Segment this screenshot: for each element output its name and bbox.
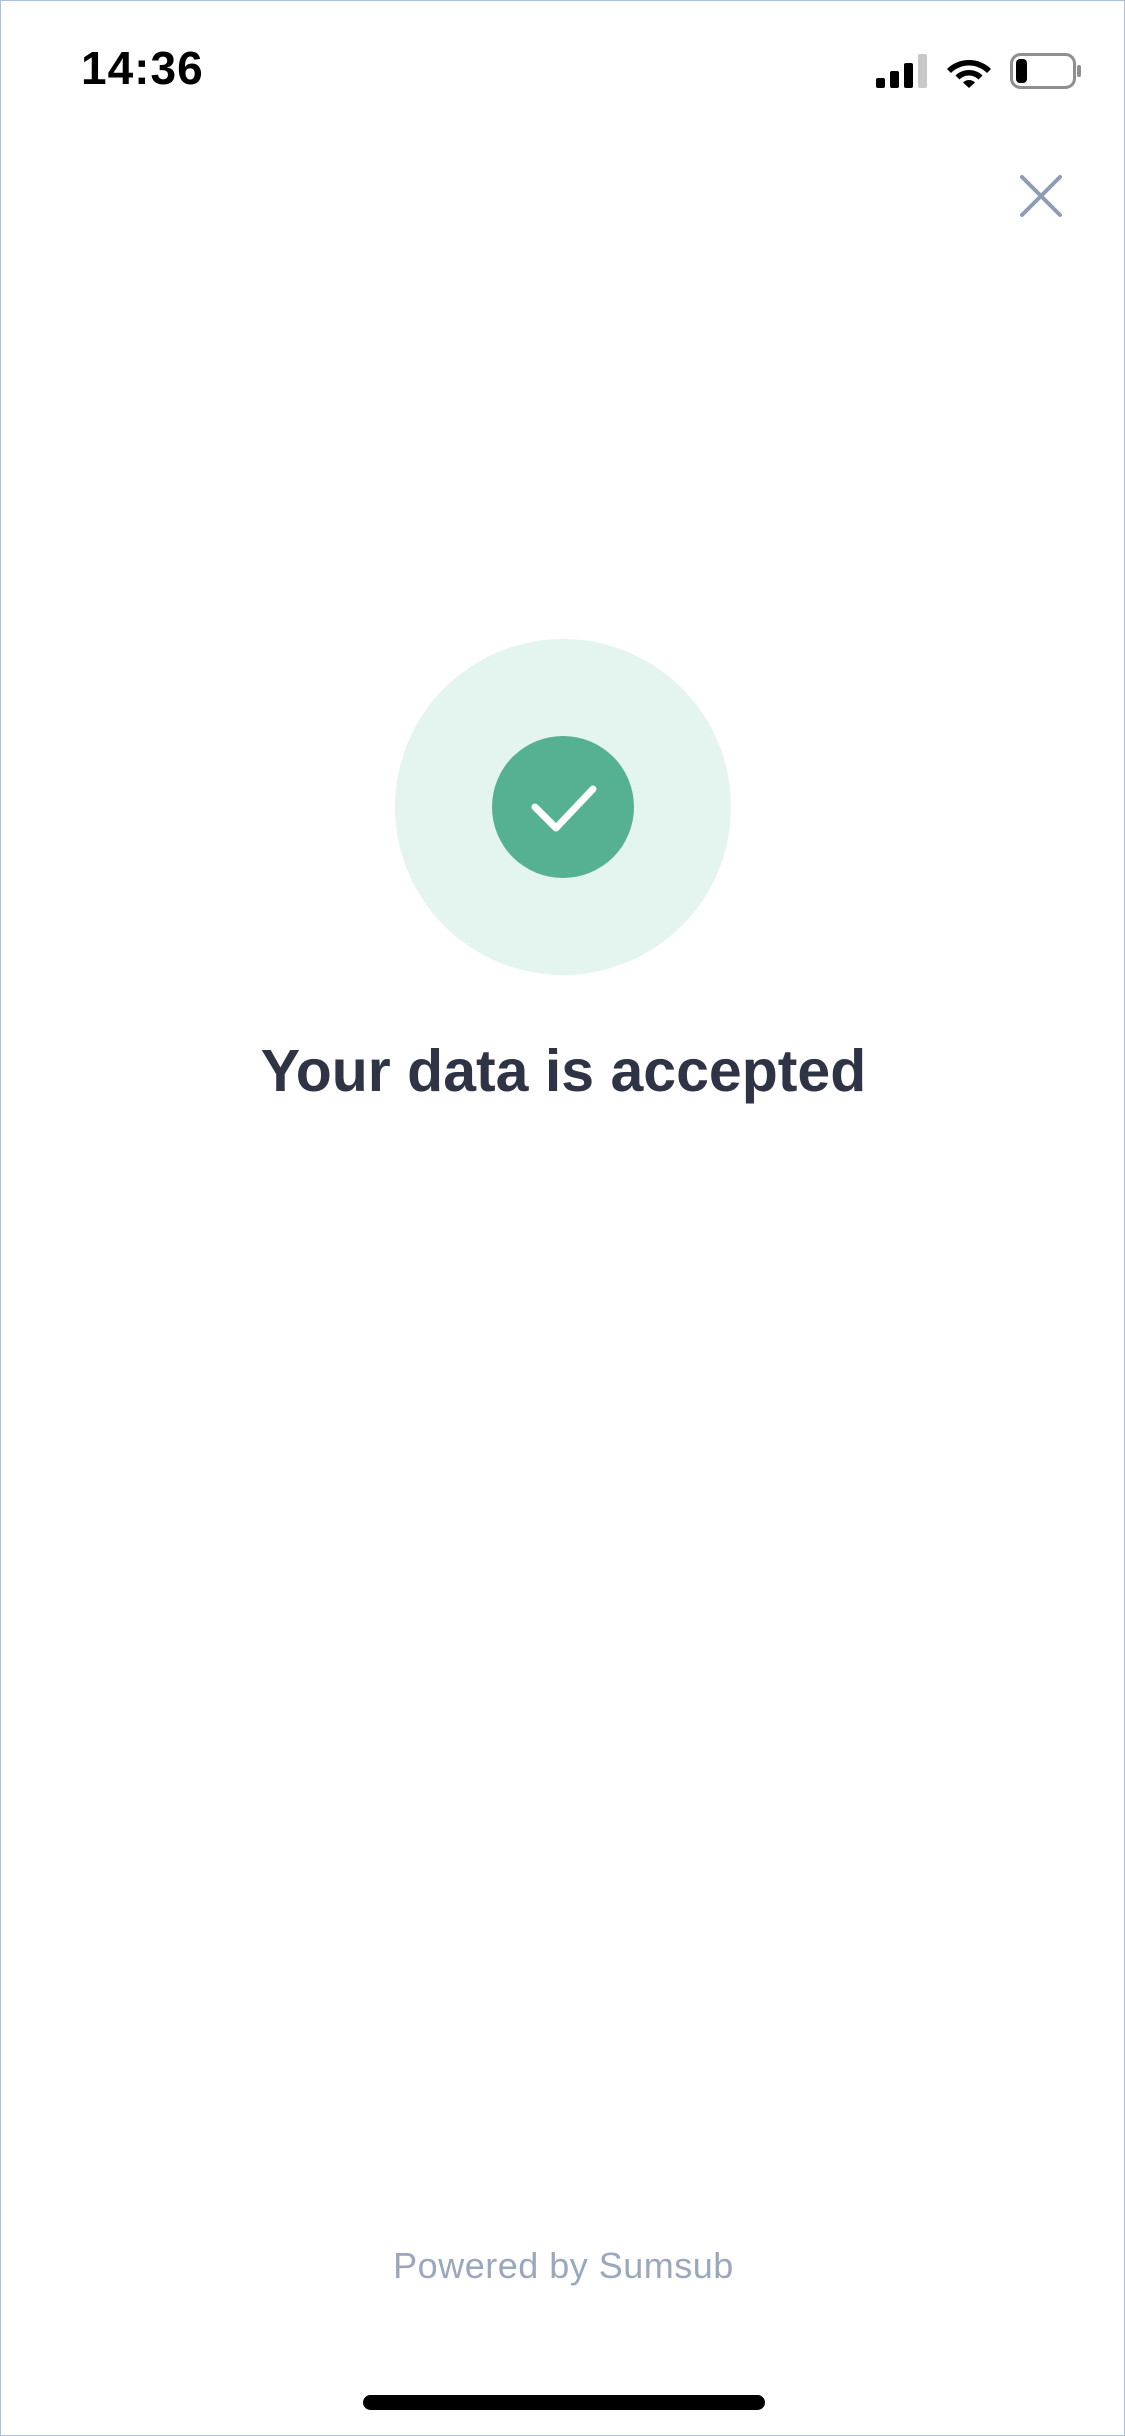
powered-by-label: Powered by Sumsub [393,2245,734,2286]
battery-icon [1010,53,1081,89]
success-badge [395,639,731,975]
close-button[interactable] [1016,171,1066,221]
result-title: Your data is accepted [260,1038,867,1104]
success-circle [492,736,634,878]
home-indicator[interactable] [363,2395,765,2410]
status-bar-time: 14:36 [81,42,204,94]
checkmark-icon [531,785,597,832]
close-icon [1020,175,1062,217]
cellular-signal-icon [876,54,927,88]
status-bar-icons [876,49,1082,93]
wifi-icon [947,60,991,88]
verification-result-screen: 14:36 Your data is accepted Powered by S… [0,0,1125,2436]
